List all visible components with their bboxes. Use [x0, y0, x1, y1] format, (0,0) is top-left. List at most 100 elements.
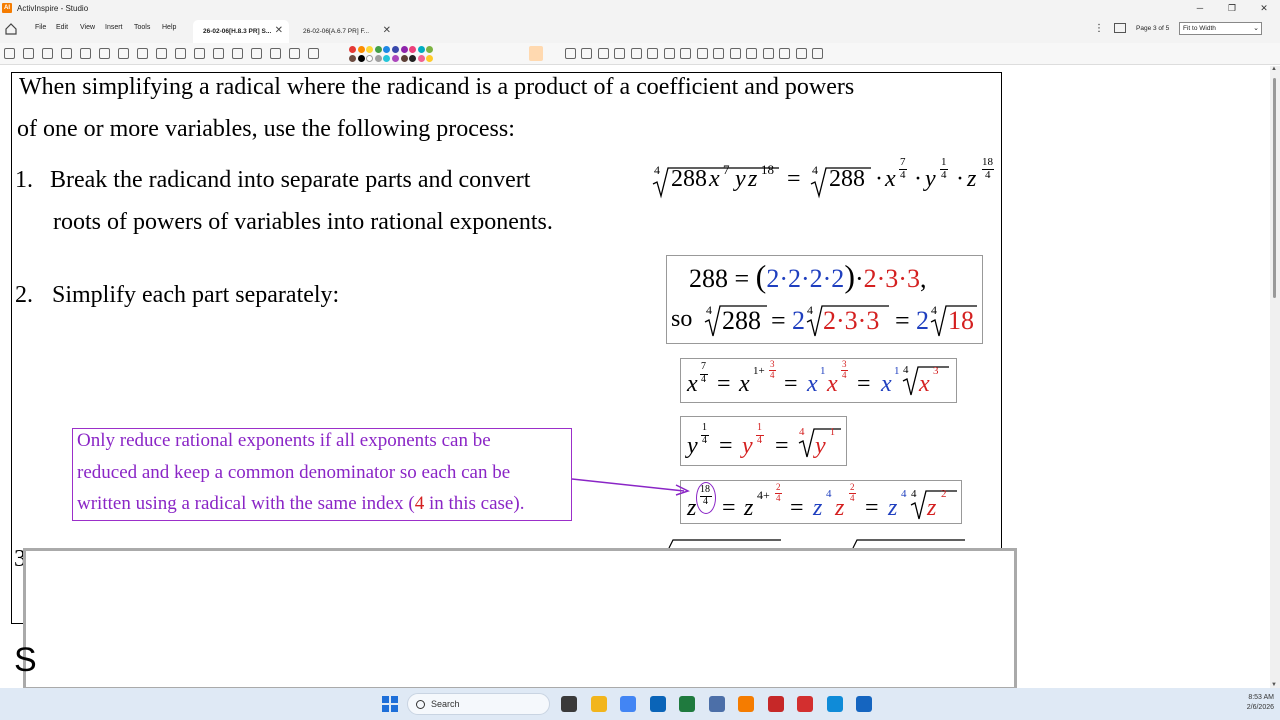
- color-swatch[interactable]: [357, 46, 365, 53]
- more-options-icon[interactable]: ⋮: [1094, 23, 1104, 34]
- home-icon[interactable]: [4, 22, 18, 36]
- camera-icon[interactable]: [118, 48, 129, 59]
- menu-bar: File Edit View Insert Tools Help 26-02-0…: [0, 16, 1280, 43]
- undo-icon[interactable]: [597, 48, 609, 59]
- plugin-icon[interactable]: [856, 696, 872, 712]
- taskbar-search-input[interactable]: Search: [407, 693, 550, 715]
- fill-icon[interactable]: [251, 48, 262, 59]
- activinspire-icon[interactable]: [708, 696, 725, 712]
- windows-start-icon[interactable]: [382, 696, 398, 712]
- globe-icon[interactable]: [696, 48, 708, 59]
- color-swatch[interactable]: [392, 55, 399, 62]
- group-icon[interactable]: [713, 48, 724, 59]
- color-swatch[interactable]: [366, 55, 374, 62]
- link-icon[interactable]: [156, 48, 167, 59]
- copy-icon[interactable]: [137, 48, 148, 59]
- image-icon[interactable]: [80, 48, 91, 59]
- color-swatch[interactable]: [426, 55, 434, 62]
- page-next-icon[interactable]: [647, 48, 658, 59]
- minimize-button[interactable]: ─: [1184, 0, 1216, 16]
- eraser-icon[interactable]: [564, 48, 576, 59]
- menu-tools[interactable]: Tools: [134, 24, 150, 31]
- tab-close-icon[interactable]: ✕: [275, 25, 283, 36]
- star-icon[interactable]: [762, 48, 774, 59]
- blank-overlay-panel[interactable]: [23, 548, 1017, 688]
- maximize-button[interactable]: ❐: [1216, 0, 1248, 16]
- menu-help[interactable]: Help: [162, 24, 176, 31]
- color-swatch[interactable]: [357, 55, 365, 62]
- outlook-icon[interactable]: [620, 696, 636, 712]
- activinspire-logo-icon: AI: [2, 3, 12, 13]
- page-prev-icon[interactable]: [630, 48, 642, 59]
- color-swatch[interactable]: [409, 46, 417, 53]
- redo-icon[interactable]: [614, 48, 625, 59]
- color-swatch[interactable]: [349, 46, 356, 53]
- tab-label: 26-02-06[A.6.7 PR] F...: [303, 28, 370, 35]
- tools-icon[interactable]: [194, 48, 205, 59]
- web-icon[interactable]: [99, 48, 110, 59]
- delete-icon[interactable]: [581, 48, 592, 59]
- color-swatch[interactable]: [383, 55, 391, 62]
- color-swatch[interactable]: [400, 46, 408, 53]
- new-page-icon[interactable]: [4, 48, 15, 59]
- color-swatch[interactable]: [374, 46, 382, 53]
- color-swatch[interactable]: [392, 46, 399, 53]
- notepad-icon[interactable]: [826, 696, 843, 712]
- color-swatch[interactable]: [426, 46, 434, 53]
- shape-icon[interactable]: [270, 48, 281, 59]
- layer-icon[interactable]: [779, 48, 790, 59]
- math-box-y: y 1 4 = y 1 4 = 4 y 1: [680, 416, 847, 466]
- text-icon[interactable]: [61, 48, 72, 59]
- chrome-icon[interactable]: [590, 696, 607, 712]
- spotlight-icon[interactable]: [213, 48, 224, 59]
- edge-icon[interactable]: [797, 696, 813, 712]
- tab-document-2[interactable]: 26-02-06[A.6.7 PR] F... ✕: [293, 20, 397, 43]
- menu-edit[interactable]: Edit: [56, 24, 68, 31]
- menu-view[interactable]: View: [80, 24, 95, 31]
- menu-file[interactable]: File: [35, 24, 46, 31]
- menu-insert[interactable]: Insert: [105, 24, 123, 31]
- text-tool-icon[interactable]: [232, 48, 243, 59]
- v-app-icon[interactable]: [767, 696, 784, 712]
- color-swatch[interactable]: [417, 55, 425, 62]
- note-line1: Only reduce rational exponents if all ex…: [77, 430, 491, 451]
- color-swatch[interactable]: [417, 46, 425, 53]
- close-window-button[interactable]: ✕: [1248, 0, 1280, 16]
- pen-icon[interactable]: [289, 48, 300, 59]
- clock-icon[interactable]: [680, 48, 691, 59]
- color-swatch[interactable]: [349, 55, 356, 62]
- remote-icon[interactable]: [679, 696, 695, 712]
- color-swatch[interactable]: [374, 55, 382, 62]
- page-view-icon[interactable]: [1114, 23, 1126, 33]
- save-icon[interactable]: [42, 48, 53, 59]
- file-explorer-icon[interactable]: [561, 696, 577, 712]
- note-line3: written using a radical with the same in…: [77, 493, 525, 514]
- reveal-icon[interactable]: [663, 48, 675, 59]
- open-icon[interactable]: [23, 48, 34, 59]
- tab-close-icon[interactable]: ✕: [383, 25, 391, 36]
- color-swatch[interactable]: [400, 55, 408, 62]
- pointer-icon[interactable]: [529, 46, 543, 61]
- vertical-scrollbar[interactable]: ▲ ▼: [1270, 66, 1280, 688]
- zoom-select[interactable]: Fit to Width ⌄: [1179, 22, 1262, 35]
- color-swatch[interactable]: [409, 55, 417, 62]
- intro-text-line2: of one or more variables, use the follow…: [17, 116, 515, 142]
- lock-icon[interactable]: [746, 48, 757, 59]
- align-icon[interactable]: [729, 48, 741, 59]
- flipchart-canvas[interactable]: When simplifying a radical where the rad…: [0, 66, 1270, 688]
- tab-document-1[interactable]: 26-02-06[H.8.3 PR] S... ✕: [193, 20, 289, 43]
- excel-icon[interactable]: [649, 696, 666, 712]
- dual-user-icon[interactable]: [795, 48, 807, 59]
- step1-text-line2: roots of powers of variables into ration…: [53, 209, 553, 235]
- color-swatch[interactable]: [366, 46, 374, 53]
- more-tools-icon[interactable]: [812, 48, 823, 59]
- clock-time: 8:53 AM: [1248, 694, 1274, 701]
- reader-icon[interactable]: [738, 696, 754, 712]
- grid-icon[interactable]: [175, 48, 186, 59]
- marker-icon[interactable]: [308, 48, 319, 59]
- scroll-up-icon[interactable]: ▲: [1271, 66, 1277, 72]
- scroll-thumb[interactable]: [1273, 78, 1276, 298]
- color-swatch[interactable]: [383, 46, 391, 53]
- system-clock[interactable]: 8:53 AM 2/6/2026: [1222, 693, 1274, 713]
- taskbar: Search 8:53 AM 2/6/2026: [0, 688, 1280, 720]
